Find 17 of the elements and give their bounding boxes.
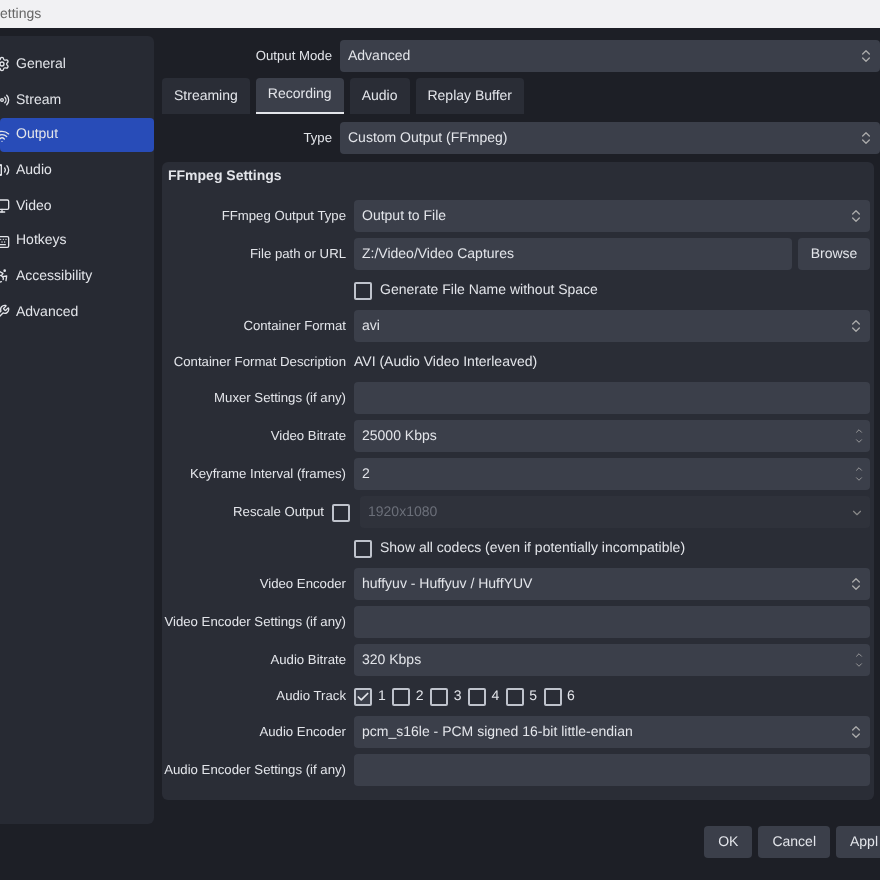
- dropdown-arrow-icon: [848, 724, 864, 740]
- checkbox[interactable]: [467, 687, 486, 705]
- checkbox[interactable]: [354, 687, 372, 705]
- dropdown-arrow-icon: [848, 208, 864, 224]
- spin-arrows-icon: [854, 464, 864, 484]
- dropdown-arrow-icon: [848, 576, 864, 592]
- checkbox[interactable]: [391, 687, 410, 705]
- dropdown-arrow-icon: [848, 318, 864, 334]
- checkbox[interactable]: [505, 687, 524, 705]
- checkbox[interactable]: [543, 687, 562, 705]
- spin-arrows-icon: [854, 650, 864, 670]
- dropdown-arrow-icon: [858, 48, 874, 64]
- dropdown-arrow-icon: [858, 130, 874, 146]
- checkbox[interactable]: [354, 281, 372, 299]
- checkbox[interactable]: [354, 539, 372, 557]
- spin-arrows-icon: [854, 426, 864, 446]
- checkbox[interactable]: [429, 687, 448, 705]
